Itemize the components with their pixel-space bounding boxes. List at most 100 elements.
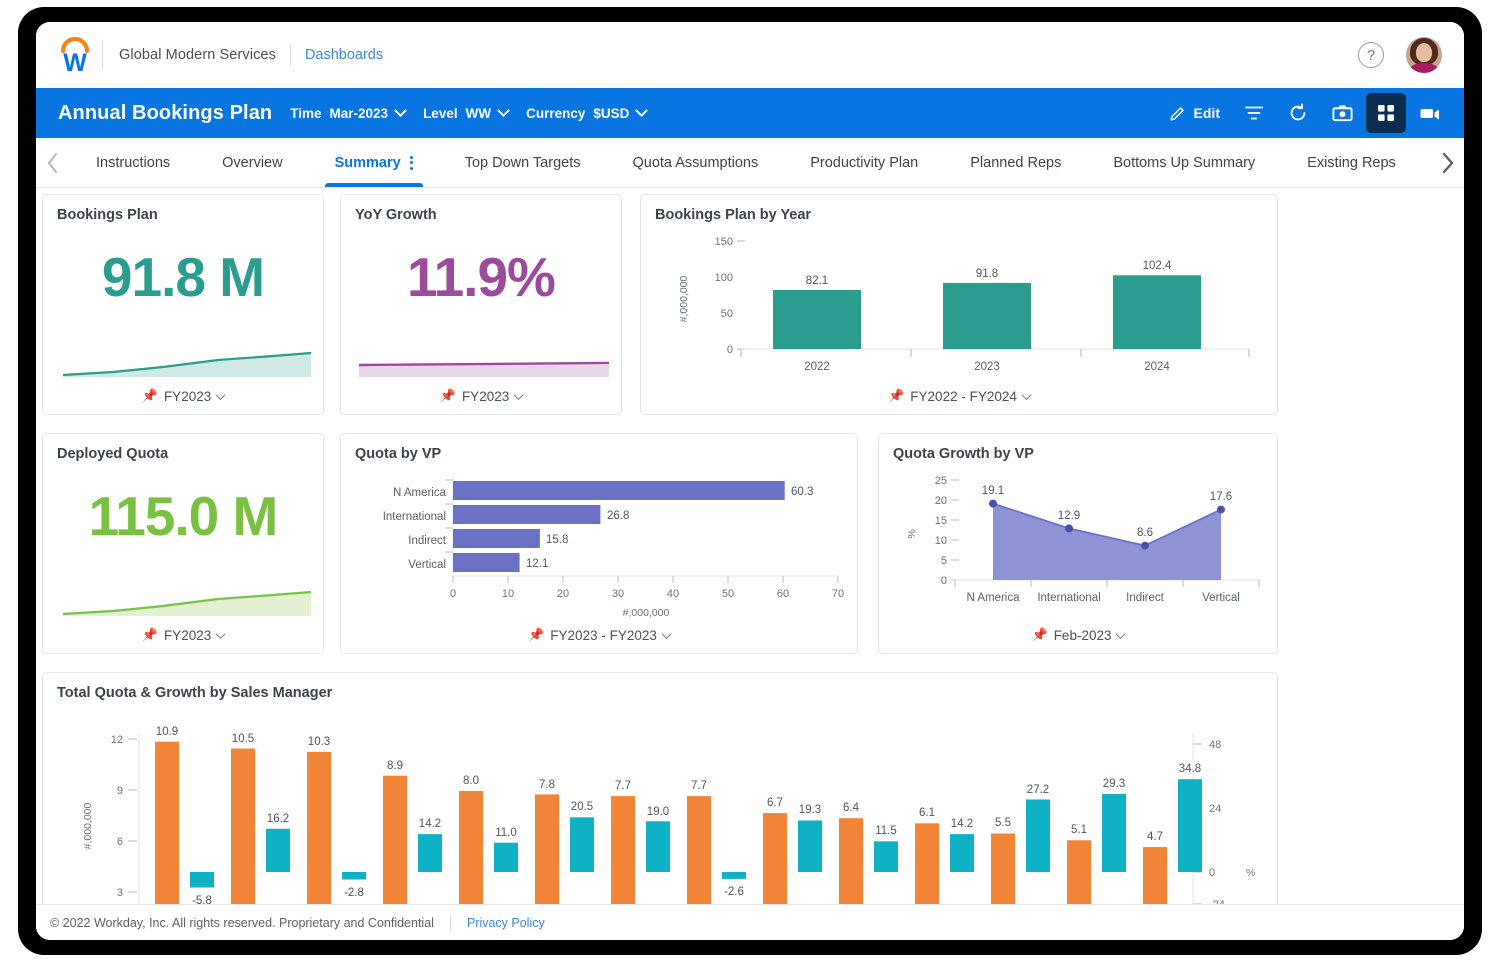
chevron-down-icon bbox=[394, 104, 407, 117]
bar-value-growth: 27.2 bbox=[1027, 784, 1049, 796]
tab-quota-assumptions[interactable]: Quota Assumptions bbox=[606, 138, 784, 187]
card-deployed-quota[interactable]: Deployed Quota 115.0 M 📌 FY2023 bbox=[42, 433, 324, 654]
bar-quota bbox=[915, 823, 939, 913]
x-tick: 60 bbox=[777, 588, 789, 600]
help-icon[interactable]: ? bbox=[1358, 42, 1384, 68]
bookings-plan-value: 91.8 M bbox=[43, 245, 323, 309]
quota-by-vp-period-selector[interactable]: 📌 FY2023 - FY2023 bbox=[341, 627, 857, 643]
grid-view-icon[interactable] bbox=[1366, 93, 1406, 133]
filter-level[interactable]: Level WW bbox=[423, 106, 508, 121]
card-bookings-plan[interactable]: Bookings Plan 91.8 M 📌 FY2023 bbox=[42, 194, 324, 415]
privacy-policy-link[interactable]: Privacy Policy bbox=[467, 916, 545, 930]
organization-name: Global Modern Services bbox=[119, 47, 276, 63]
workday-logo-icon[interactable]: W bbox=[54, 34, 96, 76]
y-tick: 15 bbox=[935, 515, 947, 527]
card-yoy-growth[interactable]: YoY Growth 11.9% 📌 FY2023 bbox=[340, 194, 622, 415]
tab-label: Existing Reps bbox=[1307, 155, 1396, 171]
filter-time[interactable]: Time Mar-2023 bbox=[290, 106, 405, 121]
x-tick: N America bbox=[966, 592, 1020, 604]
deployed-quota-value: 115.0 M bbox=[43, 484, 323, 548]
card-title: Bookings Plan bbox=[57, 207, 158, 223]
tab-instructions[interactable]: Instructions bbox=[70, 138, 196, 187]
yoy-growth-period-selector[interactable]: 📌 FY2023 bbox=[341, 388, 621, 404]
bar-value: 82.1 bbox=[806, 275, 828, 287]
refresh-icon[interactable] bbox=[1278, 93, 1318, 133]
data-point bbox=[1141, 542, 1149, 550]
tab-productivity-plan[interactable]: Productivity Plan bbox=[784, 138, 944, 187]
bookings-plan-period-selector[interactable]: 📌 FY2023 bbox=[43, 388, 323, 404]
bar-2022 bbox=[773, 290, 861, 349]
bar-value-growth: 11.5 bbox=[875, 825, 897, 837]
bar-value-quota: 8.0 bbox=[463, 775, 479, 787]
avatar[interactable] bbox=[1406, 37, 1442, 73]
bar-group-4: 8.9 14.2 bbox=[383, 760, 442, 913]
tab-truncated[interactable]: I bbox=[1422, 155, 1430, 171]
filter-time-label: Time bbox=[290, 106, 321, 121]
dashboard-toolbar: Annual Bookings Plan Time Mar-2023 Level… bbox=[36, 88, 1464, 138]
y-tick-left: 3 bbox=[117, 887, 123, 899]
bar-quota bbox=[763, 813, 787, 913]
y-tick-left: 9 bbox=[117, 785, 123, 797]
camera-icon[interactable] bbox=[1322, 93, 1362, 133]
edit-label: Edit bbox=[1194, 105, 1220, 121]
quota-growth-by-vp-period-selector[interactable]: 📌 Feb-2023 bbox=[879, 627, 1277, 643]
bar-value-growth: 19.0 bbox=[647, 806, 669, 818]
bookings-plan-sparkline bbox=[43, 325, 325, 385]
data-point bbox=[1217, 506, 1225, 514]
quota-by-vp-chart: N America International Indirect Vertica… bbox=[341, 466, 859, 626]
header-separator bbox=[290, 44, 291, 66]
bar-value-quota: 10.9 bbox=[156, 726, 178, 738]
bar-international bbox=[453, 505, 600, 524]
bar-value-quota: 5.1 bbox=[1071, 824, 1087, 836]
tab-label: Overview bbox=[222, 155, 282, 171]
chevron-down-icon bbox=[497, 104, 510, 117]
bar-growth bbox=[494, 843, 518, 872]
bar-value: 12.1 bbox=[526, 558, 548, 570]
y-axis-label-left: #,000,000 bbox=[82, 802, 94, 849]
card-total-quota-growth-by-sales-manager[interactable]: Total Quota & Growth by Sales Manager #,… bbox=[42, 672, 1278, 912]
deployed-quota-period-selector[interactable]: 📌 FY2023 bbox=[43, 627, 323, 643]
x-tick: 2023 bbox=[974, 361, 1000, 373]
filter-icon[interactable] bbox=[1234, 93, 1274, 133]
card-title: Quota Growth by VP bbox=[893, 446, 1034, 462]
bar-growth bbox=[1178, 779, 1202, 872]
tab-bottoms-up-summary[interactable]: Bottoms Up Summary bbox=[1087, 138, 1281, 187]
period-label: Feb-2023 bbox=[1054, 628, 1112, 643]
chevron-down-icon bbox=[661, 629, 671, 639]
bar-value-quota: 10.5 bbox=[232, 733, 254, 745]
tab-overview[interactable]: Overview bbox=[196, 138, 308, 187]
tab-summary[interactable]: Summary bbox=[309, 138, 439, 187]
dashboards-link[interactable]: Dashboards bbox=[305, 47, 383, 63]
data-point bbox=[989, 500, 997, 508]
filter-currency[interactable]: Currency $USD bbox=[526, 106, 646, 121]
card-bookings-plan-by-year[interactable]: Bookings Plan by Year #,000,000 150 100 … bbox=[640, 194, 1278, 415]
card-quota-by-vp[interactable]: Quota by VP N America International Indi… bbox=[340, 433, 858, 654]
bar-group-13: 5.1 29.3 bbox=[1067, 778, 1126, 913]
edit-button[interactable]: Edit bbox=[1162, 93, 1230, 133]
bookings-plan-by-year-period-selector[interactable]: 📌 FY2022 - FY2024 bbox=[641, 388, 1277, 404]
y-axis-label-right: % bbox=[1246, 867, 1255, 879]
bar-value-quota: 6.7 bbox=[767, 797, 783, 809]
application-window: W Global Modern Services Dashboards ? An… bbox=[36, 22, 1464, 940]
tab-existing-reps[interactable]: Existing Reps bbox=[1281, 138, 1422, 187]
pin-icon: 📌 bbox=[142, 388, 158, 404]
point-value: 17.6 bbox=[1210, 491, 1232, 503]
tab-options-icon[interactable] bbox=[410, 156, 413, 170]
tab-top-down-targets[interactable]: Top Down Targets bbox=[439, 138, 607, 187]
bar-value-quota: 6.1 bbox=[919, 807, 935, 819]
card-quota-growth-by-vp[interactable]: Quota Growth by VP % 25 20 15 10 5 0 bbox=[878, 433, 1278, 654]
video-icon[interactable] bbox=[1410, 93, 1450, 133]
tabs-scroll-right-icon[interactable] bbox=[1430, 150, 1464, 176]
tab-planned-reps[interactable]: Planned Reps bbox=[944, 138, 1087, 187]
bar-group-3: 10.3 -2.8 bbox=[307, 736, 366, 913]
x-tick: 40 bbox=[667, 588, 679, 600]
deployed-quota-sparkline bbox=[43, 564, 325, 624]
tabs-scroll-left-icon[interactable] bbox=[36, 151, 70, 175]
x-tick: 70 bbox=[832, 588, 844, 600]
bar-quota bbox=[991, 834, 1015, 914]
point-value: 8.6 bbox=[1137, 527, 1153, 539]
pencil-icon bbox=[1168, 104, 1187, 123]
card-title: Bookings Plan by Year bbox=[655, 207, 811, 223]
y-tick: 5 bbox=[941, 555, 947, 567]
y-tick-left: 6 bbox=[117, 836, 123, 848]
